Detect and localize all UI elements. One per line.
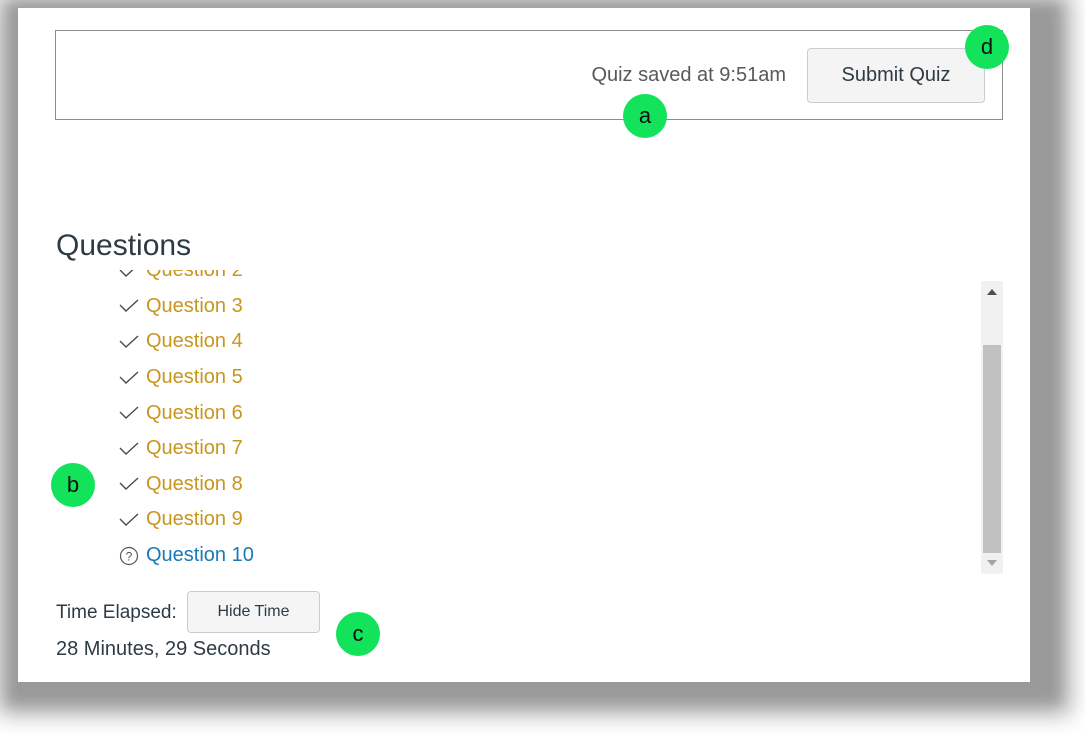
check-icon <box>116 367 142 389</box>
quiz-panel: Quiz saved at 9:51am Submit Quiz Questio… <box>18 8 1030 682</box>
scroll-down-arrow-icon[interactable] <box>981 552 1003 574</box>
question-list-item: Question 9 <box>116 502 254 538</box>
question-link[interactable]: Question 3 <box>146 295 243 318</box>
question-list-item: Question 2 <box>116 270 254 289</box>
question-link[interactable]: Question 2 <box>146 270 243 282</box>
check-icon <box>116 473 142 495</box>
check-icon <box>116 331 142 353</box>
question-link[interactable]: Question 9 <box>146 508 243 531</box>
questions-list: Question 2 Question 3 Question 4 Question 5… <box>116 270 254 570</box>
question-list-item: Question 6 <box>116 395 254 431</box>
annotation-marker-a: a <box>623 94 667 138</box>
check-icon <box>116 295 142 317</box>
question-list-item: Question 8 <box>116 467 254 503</box>
scrollbar-thumb[interactable] <box>983 345 1001 553</box>
time-elapsed-value: 28 Minutes, 29 Seconds <box>56 638 271 660</box>
question-link[interactable]: Question 4 <box>146 330 243 353</box>
question-list-item: Question 7 <box>116 431 254 467</box>
question-link[interactable]: Question 8 <box>146 473 243 496</box>
check-icon <box>116 438 142 460</box>
question-link[interactable]: Question 7 <box>146 437 243 460</box>
question-list-item: ? Question 10 <box>116 538 254 570</box>
submit-quiz-button[interactable]: Submit Quiz <box>807 48 985 103</box>
quiz-save-bar: Quiz saved at 9:51am Submit Quiz <box>55 30 1003 120</box>
questions-list-scroll-area[interactable]: Question 2 Question 3 Question 4 Question 5… <box>56 270 1006 570</box>
question-circle-icon: ? <box>116 545 142 567</box>
check-icon <box>116 509 142 531</box>
scroll-up-arrow-icon[interactable] <box>981 281 1003 303</box>
question-link[interactable]: Question 5 <box>146 366 243 389</box>
question-link[interactable]: Question 6 <box>146 402 243 425</box>
annotation-marker-b: b <box>51 463 95 507</box>
annotation-marker-c: c <box>336 612 380 656</box>
question-list-item: Question 4 <box>116 324 254 360</box>
check-icon <box>116 402 142 424</box>
check-icon <box>116 270 142 282</box>
questions-scrollbar[interactable] <box>981 281 1003 574</box>
hide-time-button[interactable]: Hide Time <box>187 591 320 633</box>
svg-text:?: ? <box>126 549 133 563</box>
quiz-saved-status: Quiz saved at 9:51am <box>591 64 786 86</box>
annotation-marker-d: d <box>965 25 1009 69</box>
question-list-item: Question 3 <box>116 289 254 325</box>
question-list-item: Question 5 <box>116 360 254 396</box>
time-elapsed-label: Time Elapsed: <box>56 602 177 623</box>
question-link[interactable]: Question 10 <box>146 544 254 567</box>
questions-heading: Questions <box>56 229 192 262</box>
